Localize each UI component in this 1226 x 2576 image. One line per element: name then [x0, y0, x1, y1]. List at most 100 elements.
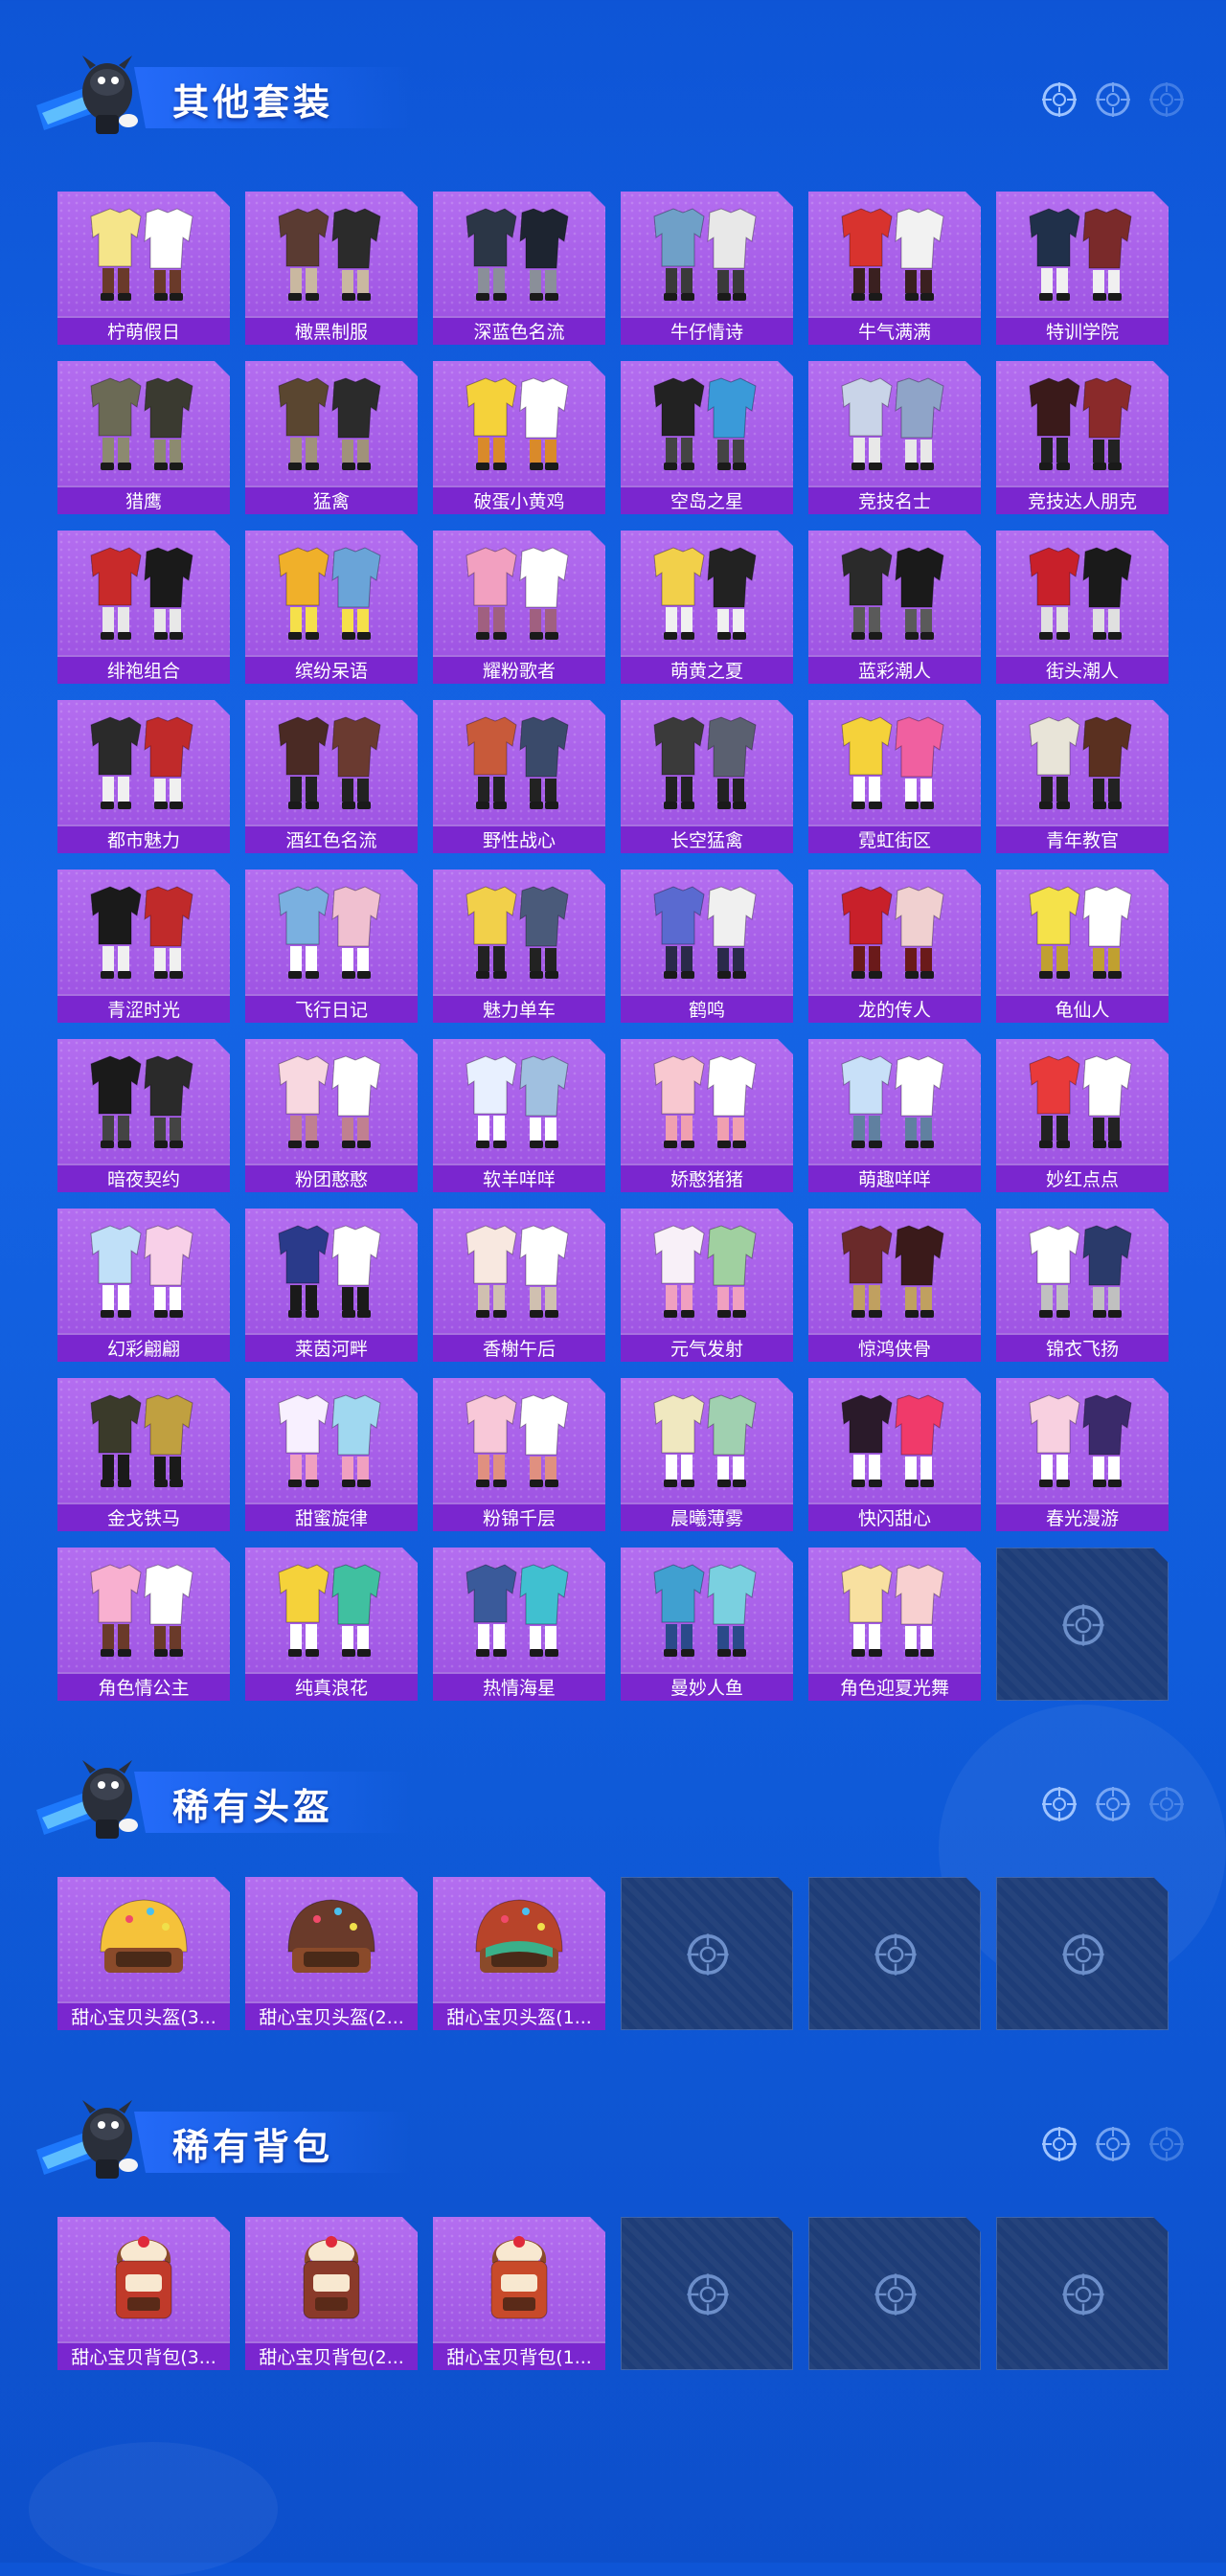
item-card[interactable]: 香榭午后 [433, 1209, 605, 1362]
item-card[interactable]: 甜心宝贝背包(2... [245, 2217, 418, 2370]
item-card[interactable]: 青年教官 [996, 700, 1169, 853]
item-card[interactable]: 娇憨猪猪 [621, 1039, 793, 1192]
item-card[interactable]: 猛禽 [245, 361, 418, 514]
empty-slot [808, 1877, 981, 2030]
item-label: 特训学院 [996, 316, 1169, 345]
item-label: 猎鹰 [57, 486, 230, 514]
item-card[interactable]: 甜心宝贝头盔(1... [433, 1877, 605, 2030]
item-label: 甜蜜旋律 [245, 1503, 418, 1531]
item-label: 萌趣咩咩 [808, 1164, 981, 1192]
item-card[interactable]: 酒红色名流 [245, 700, 418, 853]
item-label: 香榭午后 [433, 1333, 605, 1362]
item-card[interactable]: 牛仔情诗 [621, 192, 793, 345]
decoration-icons [1040, 1785, 1186, 1823]
item-card[interactable]: 霓虹街区 [808, 700, 981, 853]
item-card[interactable]: 青涩时光 [57, 870, 230, 1023]
item-card[interactable]: 热情海星 [433, 1548, 605, 1701]
section-header: 其他套装 [0, 38, 1226, 153]
section-header: 稀有背包 [0, 2083, 1226, 2198]
item-label: 牛气满满 [808, 316, 981, 345]
section-title: 稀有头盔 [172, 1786, 334, 1828]
item-card[interactable]: 破蛋小黄鸡 [433, 361, 605, 514]
item-card[interactable]: 萌黄之夏 [621, 531, 793, 684]
item-label: 甜心宝贝头盔(2... [245, 2001, 418, 2030]
item-card[interactable]: 甜心宝贝头盔(2... [245, 1877, 418, 2030]
item-card[interactable]: 幻彩翩翩 [57, 1209, 230, 1362]
empty-slot [996, 1877, 1169, 2030]
item-card[interactable]: 特训学院 [996, 192, 1169, 345]
item-card[interactable]: 柠萌假日 [57, 192, 230, 345]
item-card[interactable]: 龟仙人 [996, 870, 1169, 1023]
item-card[interactable]: 甜蜜旋律 [245, 1378, 418, 1531]
item-card[interactable]: 街头潮人 [996, 531, 1169, 684]
item-card[interactable]: 猎鹰 [57, 361, 230, 514]
empty-slot [621, 1877, 793, 2030]
item-card[interactable]: 莱茵河畔 [245, 1209, 418, 1362]
item-label: 空岛之星 [621, 486, 793, 514]
item-card[interactable]: 角色情公主 [57, 1548, 230, 1701]
item-card[interactable]: 绯袍组合 [57, 531, 230, 684]
item-label: 娇憨猪猪 [621, 1164, 793, 1192]
item-card[interactable]: 元气发射 [621, 1209, 793, 1362]
item-card[interactable]: 甜心宝贝背包(1... [433, 2217, 605, 2370]
crosshair-icon [1094, 1785, 1132, 1823]
item-label: 惊鸿侠骨 [808, 1333, 981, 1362]
item-label: 猛禽 [245, 486, 418, 514]
mascot-icon [33, 1749, 157, 1848]
item-card[interactable]: 牛气满满 [808, 192, 981, 345]
item-card[interactable]: 快闪甜心 [808, 1378, 981, 1531]
item-card[interactable]: 春光漫游 [996, 1378, 1169, 1531]
item-card[interactable]: 长空猛禽 [621, 700, 793, 853]
item-card[interactable]: 深蓝色名流 [433, 192, 605, 345]
item-card[interactable]: 纯真浪花 [245, 1548, 418, 1701]
item-card[interactable]: 橄黑制服 [245, 192, 418, 345]
item-label: 缤纷呆语 [245, 655, 418, 684]
item-card[interactable]: 软羊咩咩 [433, 1039, 605, 1192]
item-card[interactable]: 粉锦千层 [433, 1378, 605, 1531]
item-card[interactable]: 竞技达人朋克 [996, 361, 1169, 514]
item-card[interactable]: 角色迎夏光舞 [808, 1548, 981, 1701]
item-card[interactable]: 耀粉歌者 [433, 531, 605, 684]
item-card[interactable]: 惊鸿侠骨 [808, 1209, 981, 1362]
item-label: 甜心宝贝背包(2... [245, 2341, 418, 2370]
item-card[interactable]: 晨曦薄雾 [621, 1378, 793, 1531]
item-card[interactable]: 甜心宝贝头盔(3... [57, 1877, 230, 2030]
item-label: 柠萌假日 [57, 316, 230, 345]
item-label: 魅力单车 [433, 994, 605, 1023]
item-card[interactable]: 鹤鸣 [621, 870, 793, 1023]
item-label: 鹤鸣 [621, 994, 793, 1023]
item-card[interactable]: 萌趣咩咩 [808, 1039, 981, 1192]
item-card[interactable]: 都市魅力 [57, 700, 230, 853]
item-label: 绯袍组合 [57, 655, 230, 684]
item-card[interactable]: 蓝彩潮人 [808, 531, 981, 684]
item-label: 橄黑制服 [245, 316, 418, 345]
section-title: 其他套装 [172, 81, 334, 124]
item-card[interactable]: 妙红点点 [996, 1039, 1169, 1192]
item-card[interactable]: 粉团憨憨 [245, 1039, 418, 1192]
item-card[interactable]: 野性战心 [433, 700, 605, 853]
empty-slot [996, 1548, 1169, 1701]
item-label: 角色迎夏光舞 [808, 1672, 981, 1701]
item-grid: 甜心宝贝背包(3... 甜心宝贝背包(2... 甜心宝贝背包(1... [57, 2217, 1169, 2370]
item-card[interactable]: 魅力单车 [433, 870, 605, 1023]
item-label: 长空猛禽 [621, 825, 793, 853]
item-card[interactable]: 甜心宝贝背包(3... [57, 2217, 230, 2370]
item-label: 甜心宝贝背包(3... [57, 2341, 230, 2370]
item-label: 幻彩翩翩 [57, 1333, 230, 1362]
item-card[interactable]: 曼妙人鱼 [621, 1548, 793, 1701]
item-card[interactable]: 飞行日记 [245, 870, 418, 1023]
item-card[interactable]: 锦衣飞扬 [996, 1209, 1169, 1362]
item-card[interactable]: 金戈铁马 [57, 1378, 230, 1531]
item-card[interactable]: 竞技名士 [808, 361, 981, 514]
crosshair-icon [685, 2271, 731, 2317]
decoration-icons [1040, 80, 1186, 119]
item-card[interactable]: 龙的传人 [808, 870, 981, 1023]
item-card[interactable]: 空岛之星 [621, 361, 793, 514]
crosshair-icon [1060, 2271, 1106, 2317]
empty-slot [996, 2217, 1169, 2370]
item-card[interactable]: 缤纷呆语 [245, 531, 418, 684]
item-label: 粉团憨憨 [245, 1164, 418, 1192]
item-label: 暗夜契约 [57, 1164, 230, 1192]
item-card[interactable]: 暗夜契约 [57, 1039, 230, 1192]
section-header: 稀有头盔 [0, 1743, 1226, 1858]
